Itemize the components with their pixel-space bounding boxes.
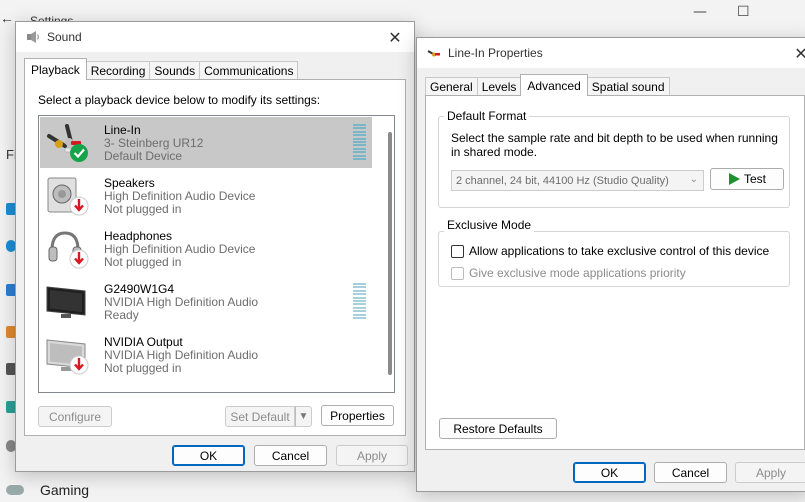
sound-title: Sound <box>47 30 82 44</box>
props-tabs: General Levels Advanced Spatial sound <box>425 74 670 96</box>
device-subtitle: NVIDIA High Definition Audio <box>104 295 259 309</box>
line-in-cable-icon <box>47 124 88 162</box>
configure-button[interactable]: Configure <box>38 406 112 427</box>
props-cancel-button[interactable]: Cancel <box>654 462 727 483</box>
tab-sounds[interactable]: Sounds <box>149 61 201 80</box>
tab-recording[interactable]: Recording <box>85 61 151 80</box>
device-headphones[interactable]: Headphones High Definition Audio Device … <box>40 223 372 274</box>
sound-ok-button[interactable]: OK <box>172 445 245 466</box>
tab-levels[interactable]: Levels <box>476 77 522 96</box>
tab-playback[interactable]: Playback <box>24 58 87 80</box>
volume-meter <box>353 283 366 321</box>
set-default-dropdown-arrow[interactable]: ▼ <box>295 406 312 427</box>
exclusive-mode-label: Exclusive Mode <box>444 218 535 232</box>
back-arrow-icon[interactable]: ← <box>0 10 14 26</box>
sound-close-button[interactable]: ✕ <box>384 26 406 48</box>
set-default-button[interactable]: Set Default <box>225 406 295 427</box>
device-nvidia-output[interactable]: NVIDIA Output NVIDIA High Definition Aud… <box>40 329 372 380</box>
tab-spatial-sound[interactable]: Spatial sound <box>586 77 670 96</box>
sound-app-icon <box>27 31 39 43</box>
device-g2490w1g4[interactable]: G2490W1G4 NVIDIA High Definition Audio R… <box>40 276 372 327</box>
props-title: Line-In Properties <box>448 46 543 60</box>
device-list-scrollbar[interactable] <box>388 132 392 375</box>
device-status: Not plugged in <box>104 361 182 375</box>
monitor-icon <box>46 286 86 318</box>
checkbox-box[interactable] <box>451 266 464 280</box>
device-name: Line-In <box>104 123 141 137</box>
device-subtitle: NVIDIA High Definition Audio <box>104 348 259 362</box>
device-status: Default Device <box>104 149 183 163</box>
monitor-icon <box>46 339 89 375</box>
settings-nav-gaming-label: Gaming <box>40 482 90 498</box>
device-status: Not plugged in <box>104 202 182 216</box>
line-in-properties-dialog: Line-In Properties ✕ General Levels Adva… <box>416 37 805 492</box>
speaker-icon <box>47 177 89 216</box>
chevron-down-icon: ⌄ <box>689 174 698 185</box>
restore-defaults-button[interactable]: Restore Defaults <box>439 418 557 439</box>
maximize-icon[interactable]: ☐ <box>737 4 750 20</box>
default-check-icon <box>70 144 88 162</box>
headphones-icon <box>48 231 89 269</box>
tab-advanced[interactable]: Advanced <box>520 74 588 96</box>
device-name: Speakers <box>104 176 155 190</box>
play-icon <box>728 173 740 185</box>
device-speakers[interactable]: Speakers High Definition Audio Device No… <box>40 170 372 221</box>
default-format-description: Select the sample rate and bit depth to … <box>451 131 778 159</box>
device-name: NVIDIA Output <box>104 335 183 349</box>
device-line-in[interactable]: Line-In 3- Steinberg UR12 Default Device <box>40 117 372 168</box>
sound-cancel-button[interactable]: Cancel <box>254 445 327 466</box>
chevron-down-icon: ▼ <box>298 411 309 422</box>
checkbox-box[interactable] <box>451 244 464 258</box>
exclusive-priority-checkbox[interactable]: Give exclusive mode applications priorit… <box>451 266 686 280</box>
exclusive-priority-label: Give exclusive mode applications priorit… <box>469 266 686 280</box>
sample-rate-select[interactable]: 2 channel, 24 bit, 44100 Hz (Studio Qual… <box>451 170 704 191</box>
tab-general[interactable]: General <box>425 77 478 96</box>
test-button[interactable]: Test <box>710 168 784 190</box>
minimize-icon[interactable]: — <box>693 4 707 20</box>
props-close-button[interactable]: ✕ <box>790 42 805 64</box>
allow-exclusive-label: Allow applications to take exclusive con… <box>469 244 770 258</box>
device-subtitle: High Definition Audio Device <box>104 242 256 256</box>
sound-titlebar: Sound ✕ <box>16 22 414 52</box>
playback-device-list[interactable]: Line-In 3- Steinberg UR12 Default Device… <box>38 115 395 393</box>
device-name: Headphones <box>104 229 173 243</box>
default-format-group <box>438 116 790 208</box>
device-status: Ready <box>104 308 139 322</box>
playback-instruction: Select a playback device below to modify… <box>38 93 321 107</box>
tab-communications[interactable]: Communications <box>199 61 299 80</box>
device-subtitle: High Definition Audio Device <box>104 189 256 203</box>
device-name: G2490W1G4 <box>104 282 175 296</box>
device-subtitle: 3- Steinberg UR12 <box>104 136 204 150</box>
sample-rate-value: 2 channel, 24 bit, 44100 Hz (Studio Qual… <box>456 174 669 187</box>
settings-nav-gaming[interactable]: Gaming <box>6 482 89 498</box>
test-label: Test <box>743 172 766 186</box>
sound-apply-button[interactable]: Apply <box>336 445 408 466</box>
props-apply-button[interactable]: Apply <box>735 462 805 483</box>
properties-button[interactable]: Properties <box>321 405 394 426</box>
sound-tabs: Playback Recording Sounds Communications <box>24 58 299 80</box>
props-titlebar: Line-In Properties ✕ <box>417 38 805 68</box>
props-ok-button[interactable]: OK <box>573 462 646 483</box>
line-in-cable-icon <box>427 50 440 57</box>
volume-meter <box>353 124 366 162</box>
gamepad-icon <box>6 485 24 495</box>
device-status: Not plugged in <box>104 255 182 269</box>
sound-dialog: Sound ✕ Playback Recording Sounds Commun… <box>15 21 415 472</box>
default-format-label: Default Format <box>444 109 530 123</box>
allow-exclusive-checkbox[interactable]: Allow applications to take exclusive con… <box>451 244 769 258</box>
